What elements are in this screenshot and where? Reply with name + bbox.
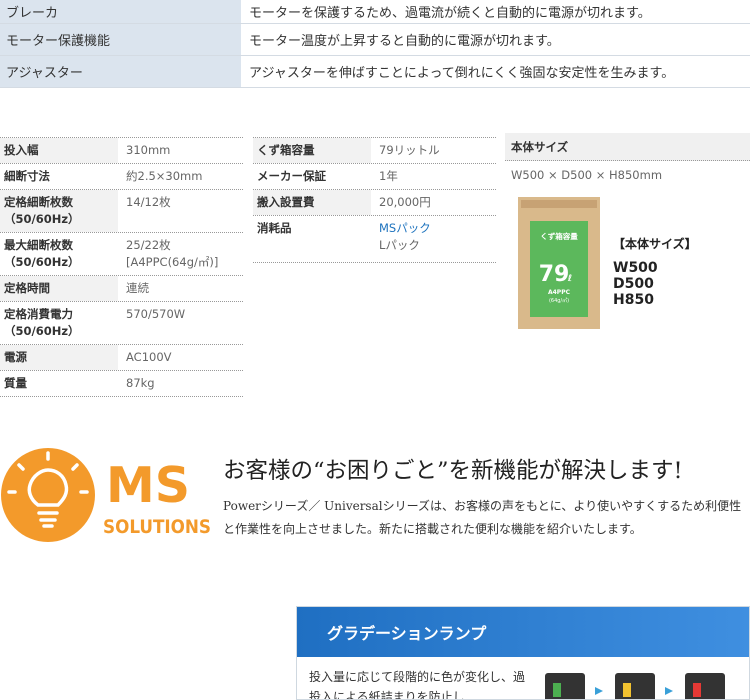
lamp-machines-illustration — [545, 673, 725, 699]
spec-row: 定格消費電力 （50/60Hz） 570/570W — [0, 302, 243, 345]
size-height: H850 — [613, 292, 654, 308]
feature-name: ブレーカ — [0, 0, 241, 23]
lightbulb-icon-bg — [1, 448, 95, 542]
ms-pack-link[interactable]: MSパック — [379, 220, 488, 237]
feature-desc: アジャスターを伸ばすことによって倒れにくく強固な安定性を生みます。 — [249, 66, 675, 81]
spec-value: 79リットル — [371, 138, 496, 163]
spec-row: 消耗品 MSパック Lパック — [253, 216, 496, 263]
feature-name: アジャスター — [0, 56, 241, 87]
ms-description: Powerシリーズ／ Universalシリーズは、お客様の声をもとに、より使い… — [223, 499, 742, 536]
spec-key: くず箱容量 — [253, 138, 371, 163]
feature-table: ブレーカ モーターを保護するため、過電流が続くと自動的に電源が切れます。 モータ… — [0, 0, 750, 88]
spec-row: 定格時間 連続 — [0, 276, 243, 302]
spec-key: 定格消費電力 （50/60Hz） — [4, 307, 80, 338]
spec-value: 87kg — [118, 371, 243, 396]
svg-text:(64g/㎡): (64g/㎡) — [549, 297, 569, 304]
size-caption: 【本体サイズ】 — [613, 237, 697, 251]
ms-solutions-logo: MS SOLUTIONS — [1, 448, 211, 542]
bin-illustration: くず箱容量 79 ℓ A4PPC (64g/㎡) — [518, 197, 600, 329]
feature-row: ブレーカ モーターを保護するため、過電流が続くと自動的に電源が切れます。 — [0, 0, 750, 24]
spec-key: メーカー保証 — [257, 169, 326, 183]
spec-key: 定格細断枚数 （50/60Hz） — [0, 190, 118, 232]
spec-value: MSパック Lパック — [371, 216, 496, 262]
spec-value: 310mm — [118, 138, 243, 163]
spec-key: 消耗品 — [257, 221, 292, 235]
spec-value: 570/570W — [118, 302, 243, 344]
spec-table-left: 投入幅 310mm 細断寸法 約2.5×30mm 定格細断枚数 （50/60Hz… — [0, 137, 243, 397]
spec-value: 約2.5×30mm — [118, 164, 243, 189]
lamp-title: グラデーションランプ — [297, 607, 749, 657]
svg-text:くず箱容量: くず箱容量 — [540, 231, 578, 241]
spec-key: 投入幅 — [0, 138, 118, 163]
feature-row: アジャスター アジャスターを伸ばすことによって倒れにくく強固な安定性を生みます。 — [0, 56, 750, 88]
spec-key: 最大細断枚数 （50/60Hz） — [4, 238, 80, 269]
feature-row: モーター保護機能 モーター温度が上昇すると自動的に電源が切れます。 — [0, 24, 750, 56]
spec-row: メーカー保証 1年 — [253, 164, 496, 190]
spec-value: 1年 — [371, 164, 496, 189]
spec-value: 20,000円 — [371, 190, 496, 215]
spec-key: 搬入設置費 — [253, 190, 371, 215]
l-pack-text: Lパック — [379, 238, 420, 252]
feature-desc: モーターを保護するため、過電流が続くと自動的に電源が切れます。 — [249, 6, 651, 21]
spec-row: 電源 AC100V — [0, 345, 243, 371]
svg-text:ℓ: ℓ — [567, 274, 572, 284]
arrow-icon — [595, 687, 603, 695]
ms-headline: お客様の“お困りごと”を新機能が解決します! — [223, 458, 683, 484]
spec-row: 投入幅 310mm — [0, 137, 243, 164]
spec-key: 細断寸法 — [4, 169, 50, 183]
arrow-icon — [665, 687, 673, 695]
size-header: 本体サイズ — [505, 133, 750, 161]
feature-desc: モーター温度が上昇すると自動的に電源が切れます。 — [249, 34, 560, 49]
spec-row: 質量 87kg — [0, 371, 243, 397]
svg-text:SOLUTIONS: SOLUTIONS — [103, 516, 211, 538]
size-value: W500 × D500 × H850mm — [511, 168, 663, 182]
spec-key: 定格時間 — [0, 276, 118, 301]
svg-text:MS: MS — [106, 457, 190, 514]
spec-row: 搬入設置費 20,000円 — [253, 190, 496, 216]
svg-text:79: 79 — [539, 262, 570, 287]
spec-row: 細断寸法 約2.5×30mm — [0, 164, 243, 190]
spec-value: 連続 — [118, 276, 243, 301]
spec-key: 電源 — [0, 345, 118, 370]
feature-name: モーター保護機能 — [0, 24, 241, 55]
spec-value: AC100V — [118, 345, 243, 370]
spec-row: 最大細断枚数 （50/60Hz） 25/22枚 [A4PPC(64g/㎡)] — [0, 233, 243, 276]
size-depth: D500 — [613, 276, 654, 292]
size-dims: W500 D500 H850 — [613, 260, 658, 308]
spec-row: 定格細断枚数 （50/60Hz） 14/12枚 — [0, 190, 243, 233]
spec-table-mid: くず箱容量 79リットル メーカー保証 1年 搬入設置費 20,000円 消耗品… — [253, 137, 496, 263]
spec-value: 25/22枚 [A4PPC(64g/㎡)] — [118, 233, 243, 275]
size-width: W500 — [613, 260, 658, 276]
spec-row: くず箱容量 79リットル — [253, 137, 496, 164]
lamp-text: 投入量に応じて段階的に色が変化し、過投入による紙詰まりを防止し — [309, 670, 526, 700]
spec-key: 質量 — [4, 376, 27, 390]
spec-value: 14/12枚 — [118, 190, 243, 232]
gradation-lamp-card: グラデーションランプ 投入量に応じて段階的に色が変化し、過投入による紙詰まりを防… — [296, 606, 750, 700]
svg-text:A4PPC: A4PPC — [548, 289, 571, 296]
